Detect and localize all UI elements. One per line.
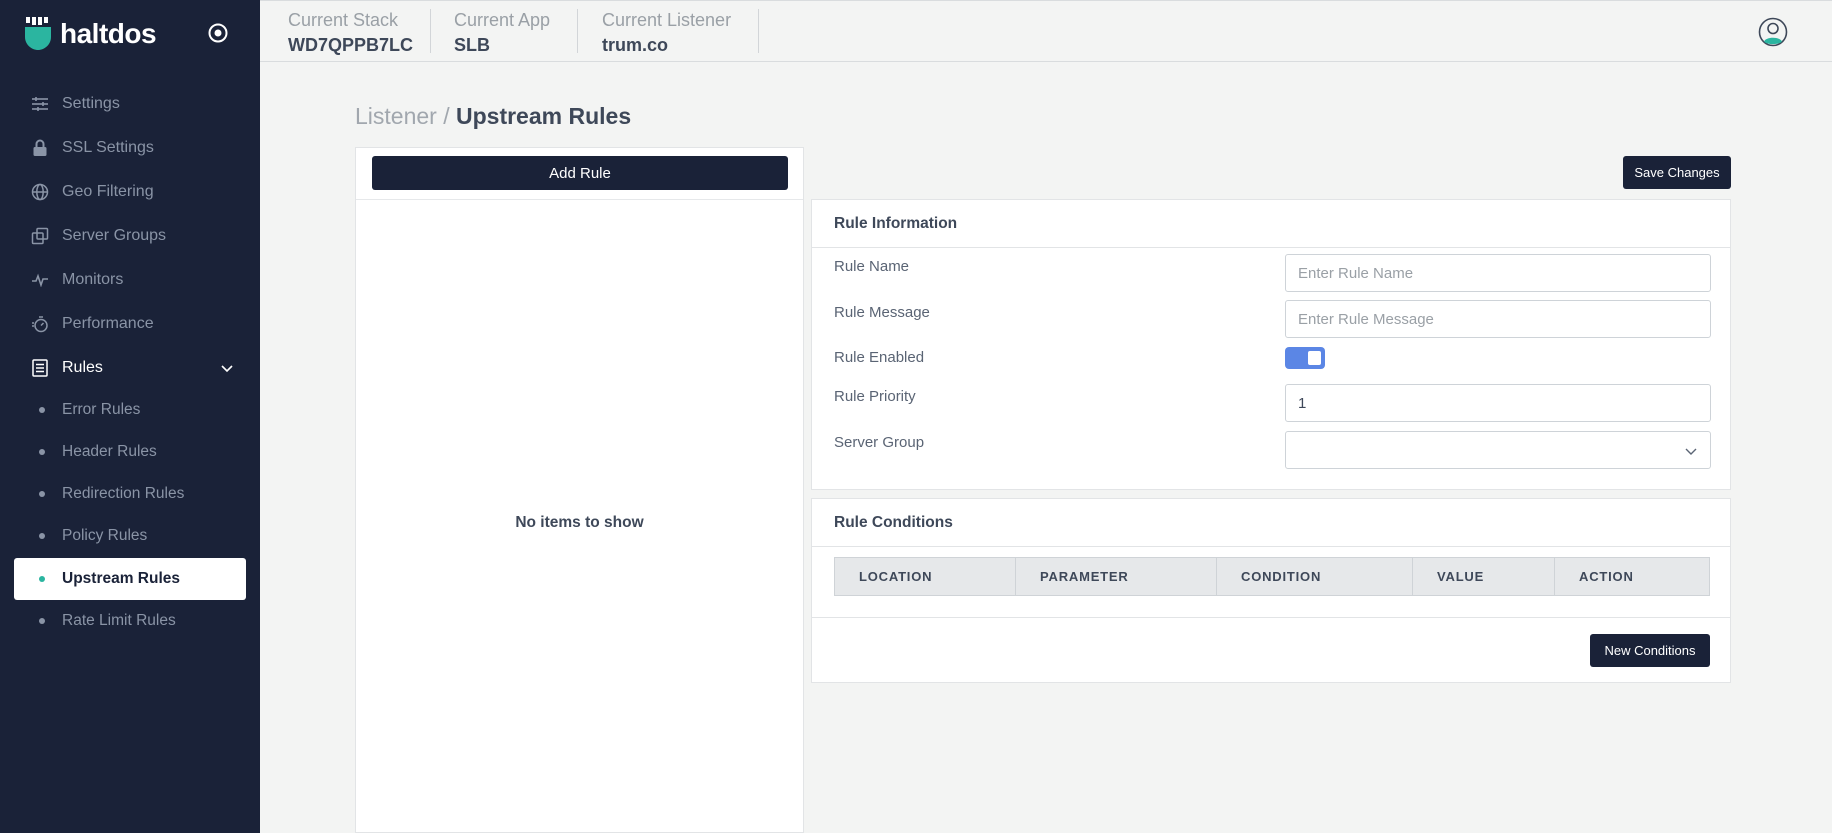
list-icon [30, 358, 50, 378]
current-app-label: Current App [454, 10, 551, 30]
divider [758, 9, 759, 53]
pulse-icon [30, 270, 50, 290]
column-header-location: LOCATION [834, 557, 1016, 596]
rule-priority-input[interactable] [1285, 384, 1711, 422]
sidebar: haltdos Settings SSL Settings Geo Filter… [0, 0, 260, 833]
rule-information-card: Rule Information Rule Name Rule Message … [811, 199, 1731, 490]
haltdos-logo-icon [25, 17, 51, 50]
stopwatch-icon [30, 314, 50, 334]
sidebar-item-ssl-settings[interactable]: SSL Settings [14, 127, 246, 169]
divider [356, 199, 803, 200]
sidebar-item-label: Geo Filtering [62, 183, 154, 200]
user-avatar-icon[interactable] [1758, 17, 1788, 47]
server-groups-icon [30, 226, 50, 246]
bullet-icon [39, 449, 45, 455]
server-group-select[interactable] [1285, 431, 1711, 469]
rule-list-panel: Add Rule No items to show [355, 147, 804, 833]
sidebar-item-label: Settings [62, 95, 120, 112]
sidebar-subitem-header-rules[interactable]: Header Rules [14, 431, 246, 473]
sidebar-item-label: Server Groups [62, 227, 167, 244]
globe-icon [30, 182, 50, 202]
bullet-icon [39, 576, 45, 582]
sidebar-item-label: Rules [62, 359, 103, 376]
sidebar-subitem-rate-limit-rules[interactable]: Rate Limit Rules [14, 600, 246, 642]
brand-name: haltdos [60, 18, 157, 49]
divider [577, 9, 578, 53]
server-group-label: Server Group [834, 434, 925, 451]
current-listener[interactable]: Current Listener trum.co [602, 10, 731, 56]
sidebar-subitem-label: Error Rules [62, 401, 141, 418]
current-stack-value: WD7QPPB7LC [288, 35, 414, 55]
sidebar-item-geo-filtering[interactable]: Geo Filtering [14, 171, 246, 213]
bullet-icon [39, 491, 45, 497]
rule-name-label: Rule Name [834, 258, 910, 275]
chevron-down-icon [1685, 448, 1697, 455]
sidebar-subitem-policy-rules[interactable]: Policy Rules [14, 515, 246, 557]
bullet-icon [39, 407, 45, 413]
column-header-parameter: PARAMETER [1015, 557, 1217, 596]
breadcrumb-parent[interactable]: Listener [355, 103, 437, 129]
sidebar-subitem-label: Redirection Rules [62, 485, 185, 502]
column-header-condition: CONDITION [1216, 557, 1413, 596]
divider [430, 9, 431, 53]
sidebar-item-server-groups[interactable]: Server Groups [14, 215, 246, 257]
rule-message-label: Rule Message [834, 304, 930, 321]
toggle-knob [1308, 351, 1321, 365]
sidebar-item-rules[interactable]: Rules [14, 347, 246, 389]
breadcrumb-separator: / [436, 103, 456, 129]
current-stack[interactable]: Current Stack WD7QPPB7LC [288, 10, 413, 56]
rule-priority-label: Rule Priority [834, 388, 916, 405]
top-bar: Current Stack WD7QPPB7LC Current App SLB… [260, 0, 1832, 62]
empty-state-text: No items to show [515, 514, 644, 531]
rule-enabled-toggle[interactable] [1285, 347, 1325, 369]
save-changes-button[interactable]: Save Changes [1623, 156, 1731, 189]
sidebar-item-label: SSL Settings [62, 139, 154, 156]
sidebar-subitem-label: Header Rules [62, 443, 157, 460]
rule-conditions-card: Rule Conditions LOCATION PARAMETER CONDI… [811, 498, 1731, 683]
conditions-table: LOCATION PARAMETER CONDITION VALUE ACTIO… [834, 557, 1710, 596]
sidebar-subitem-error-rules[interactable]: Error Rules [14, 389, 246, 431]
new-conditions-button[interactable]: New Conditions [1590, 634, 1710, 667]
current-app-value: SLB [454, 35, 490, 55]
add-rule-button[interactable]: Add Rule [372, 156, 788, 190]
table-header-row: LOCATION PARAMETER CONDITION VALUE ACTIO… [834, 557, 1710, 596]
sidebar-item-monitors[interactable]: Monitors [14, 259, 246, 301]
sidebar-subitem-upstream-rules[interactable]: Upstream Rules [14, 558, 246, 600]
sidebar-item-settings[interactable]: Settings [14, 83, 246, 125]
sliders-icon [30, 94, 50, 114]
sidebar-item-label: Performance [62, 315, 154, 332]
bullet-icon [39, 533, 45, 539]
current-listener-label: Current Listener [602, 10, 732, 30]
sidebar-subitem-label: Policy Rules [62, 527, 148, 544]
brand-logo[interactable]: haltdos [24, 16, 157, 52]
sidebar-item-performance[interactable]: Performance [14, 303, 246, 345]
bullet-icon [39, 618, 45, 624]
current-app[interactable]: Current App SLB [454, 10, 550, 56]
lock-icon [30, 138, 50, 158]
sidebar-toggle-icon[interactable] [207, 22, 229, 44]
page-title: Upstream Rules [456, 103, 632, 129]
chevron-down-icon[interactable] [220, 361, 234, 375]
sidebar-subitem-label: Upstream Rules [62, 570, 181, 587]
column-header-action: ACTION [1554, 557, 1710, 596]
column-header-value: VALUE [1412, 557, 1555, 596]
rule-conditions-title: Rule Conditions [812, 499, 1730, 547]
sidebar-subitem-redirection-rules[interactable]: Redirection Rules [14, 473, 246, 515]
sidebar-item-label: Monitors [62, 271, 124, 288]
sidebar-subitem-label: Rate Limit Rules [62, 612, 176, 629]
rule-name-input[interactable] [1285, 254, 1711, 292]
breadcrumb: Listener / Upstream Rules [355, 103, 631, 130]
rule-information-title: Rule Information [812, 200, 1730, 248]
rule-enabled-label: Rule Enabled [834, 349, 925, 366]
rule-message-input[interactable] [1285, 300, 1711, 338]
current-stack-label: Current Stack [288, 10, 399, 30]
divider [812, 617, 1730, 618]
current-listener-value: trum.co [602, 35, 669, 55]
